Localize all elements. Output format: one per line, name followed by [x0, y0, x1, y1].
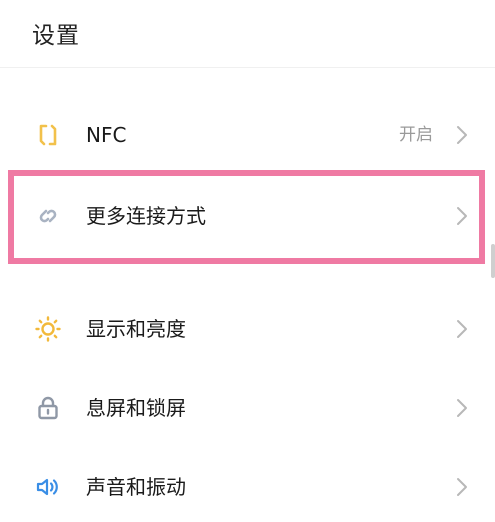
chevron-right-icon	[455, 205, 469, 227]
page-title: 设置	[32, 23, 80, 49]
settings-item-label: 声音和振动	[86, 475, 186, 499]
sun-icon	[34, 315, 62, 343]
settings-item-sound-vibration[interactable]: 声音和振动	[0, 459, 495, 515]
chevron-right-icon	[455, 318, 469, 340]
settings-item-more-connections[interactable]: 更多连接方式	[0, 188, 495, 244]
chevron-right-icon	[455, 124, 469, 146]
settings-item-label: NFC	[86, 123, 127, 147]
scrollbar[interactable]	[491, 244, 495, 278]
link-icon	[34, 202, 62, 230]
settings-item-nfc[interactable]: NFC 开启	[0, 107, 495, 163]
nfc-icon	[34, 121, 62, 149]
settings-screen: 设置 NFC 开启 更多连接方式 显示和亮度 息屏和锁屏 声音和振动	[0, 0, 495, 522]
settings-item-value: 开启	[399, 125, 433, 145]
chevron-right-icon	[455, 476, 469, 498]
lock-icon	[34, 394, 62, 422]
header: 设置	[0, 0, 495, 68]
settings-item-label: 更多连接方式	[86, 204, 206, 228]
settings-item-label: 息屏和锁屏	[86, 396, 186, 420]
chevron-right-icon	[455, 397, 469, 419]
settings-item-display-brightness[interactable]: 显示和亮度	[0, 301, 495, 357]
settings-item-label: 显示和亮度	[86, 317, 186, 341]
settings-item-screen-lock[interactable]: 息屏和锁屏	[0, 380, 495, 436]
speaker-icon	[34, 473, 62, 501]
